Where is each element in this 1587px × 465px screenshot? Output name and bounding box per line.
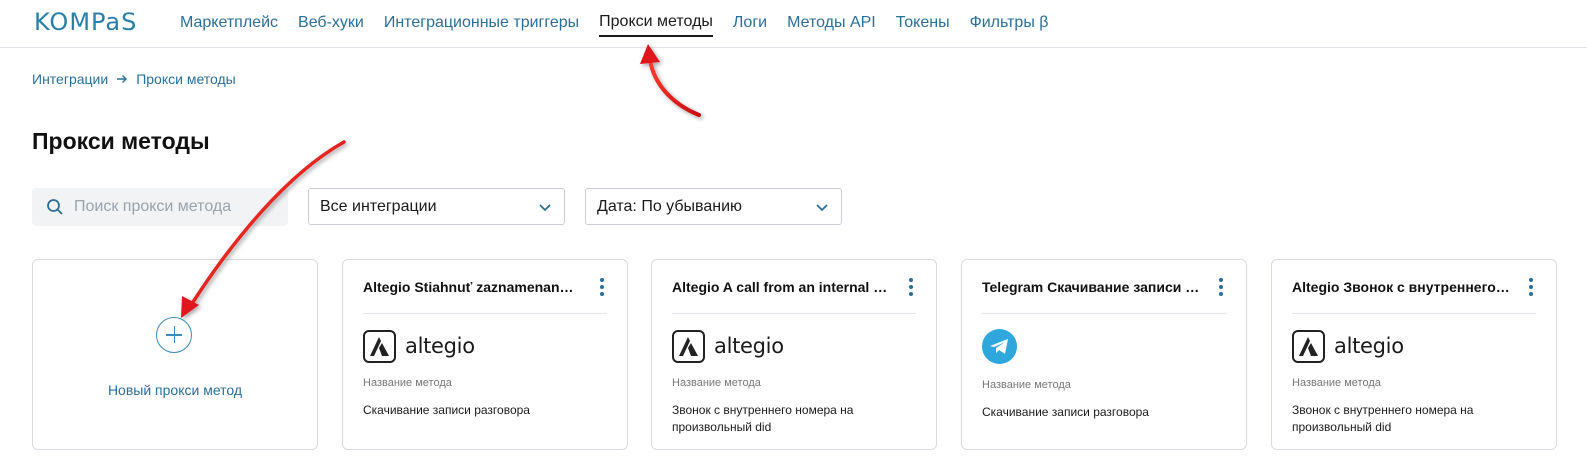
proxy-method-card[interactable]: Altegio A call from an internal number a… — [651, 259, 937, 450]
proxy-method-card[interactable]: Telegram Скачивание записи разговора Наз… — [961, 259, 1247, 450]
breadcrumb: Интеграции Прокси методы — [32, 71, 236, 87]
breadcrumb-link-integrations[interactable]: Интеграции — [32, 71, 108, 87]
card-divider — [982, 313, 1226, 314]
method-name-value: Скачивание записи разговора — [363, 403, 530, 417]
plus-icon[interactable] — [156, 317, 192, 353]
new-proxy-method-label[interactable]: Новый прокси метод — [33, 382, 317, 398]
method-name-label: Название метода — [982, 379, 1071, 391]
brand-name: altegio — [1334, 334, 1404, 358]
altegio-logo: altegio — [672, 329, 784, 363]
altegio-logo: altegio — [1292, 329, 1404, 363]
telegram-icon — [982, 329, 1017, 364]
search-icon — [47, 199, 63, 215]
altegio-icon — [363, 329, 396, 363]
chevron-down-icon — [816, 203, 828, 211]
nav-item-filters[interactable]: Фильтры β — [970, 12, 1049, 36]
brand-name: altegio — [714, 334, 784, 358]
altegio-icon — [672, 329, 705, 363]
nav-item-webhooks[interactable]: Веб-хуки — [298, 12, 364, 36]
method-name-value: Звонок с внутреннего номера на произволь… — [672, 403, 854, 434]
annotation-arrow-nav — [640, 44, 701, 117]
card-title[interactable]: Altegio A call from an internal number — [672, 279, 890, 295]
nav-item-logs[interactable]: Логи — [733, 12, 767, 36]
altegio-logo: altegio — [363, 329, 475, 363]
sort-value: Дата: По убыванию — [597, 197, 742, 215]
card-title[interactable]: Telegram Скачивание записи разговора — [982, 279, 1200, 295]
nav-item-tokens[interactable]: Токены — [896, 12, 950, 36]
nav-item-marketplace[interactable]: Маркетплейс — [180, 12, 278, 36]
card-divider — [363, 313, 607, 314]
method-name-value: Звонок с внутреннего номера на произволь… — [1292, 403, 1474, 434]
brand-name: altegio — [405, 334, 475, 358]
nav-item-proxy-methods[interactable]: Прокси методы — [599, 11, 713, 37]
method-name-label: Название метода — [1292, 377, 1381, 389]
arrow-right-icon — [117, 75, 128, 83]
card-title[interactable]: Altegio Звонок с внутреннего номера — [1292, 279, 1510, 295]
card-title[interactable]: Altegio Stiahnuť zaznamenané hovory — [363, 279, 581, 295]
nav-item-integration-triggers[interactable]: Интеграционные триггеры — [384, 12, 579, 36]
new-proxy-method-card[interactable]: Новый прокси метод — [32, 259, 318, 450]
more-options-icon[interactable] — [1528, 278, 1534, 296]
method-name-label: Название метода — [363, 377, 452, 389]
more-options-icon[interactable] — [1218, 278, 1224, 296]
proxy-method-card[interactable]: Altegio Stiahnuť zaznamenané hovory alte… — [342, 259, 628, 450]
altegio-icon — [1292, 329, 1325, 363]
more-options-icon[interactable] — [908, 278, 914, 296]
proxy-method-card[interactable]: Altegio Звонок с внутреннего номера alte… — [1271, 259, 1557, 450]
kompas-logo[interactable]: KOMPaS — [34, 8, 137, 36]
nav-item-api-methods[interactable]: Методы API — [787, 12, 876, 36]
chevron-down-icon — [539, 203, 551, 211]
integration-filter-select[interactable]: Все интеграции — [308, 188, 565, 225]
search-box[interactable] — [32, 188, 288, 226]
integration-filter-value: Все интеграции — [320, 197, 437, 215]
card-divider — [672, 313, 916, 314]
method-name-value: Скачивание записи разговора — [982, 405, 1149, 419]
search-input[interactable] — [74, 198, 274, 216]
more-options-icon[interactable] — [599, 278, 605, 296]
method-name-label: Название метода — [672, 377, 761, 389]
top-navigation-bar: KOMPaS Маркетплейс Веб-хуки Интеграционн… — [0, 0, 1587, 48]
card-divider — [1292, 313, 1536, 314]
sort-select[interactable]: Дата: По убыванию — [585, 188, 842, 225]
main-nav: Маркетплейс Веб-хуки Интеграционные триг… — [180, 0, 1068, 48]
breadcrumb-current[interactable]: Прокси методы — [136, 71, 236, 87]
page-title: Прокси методы — [32, 128, 210, 154]
